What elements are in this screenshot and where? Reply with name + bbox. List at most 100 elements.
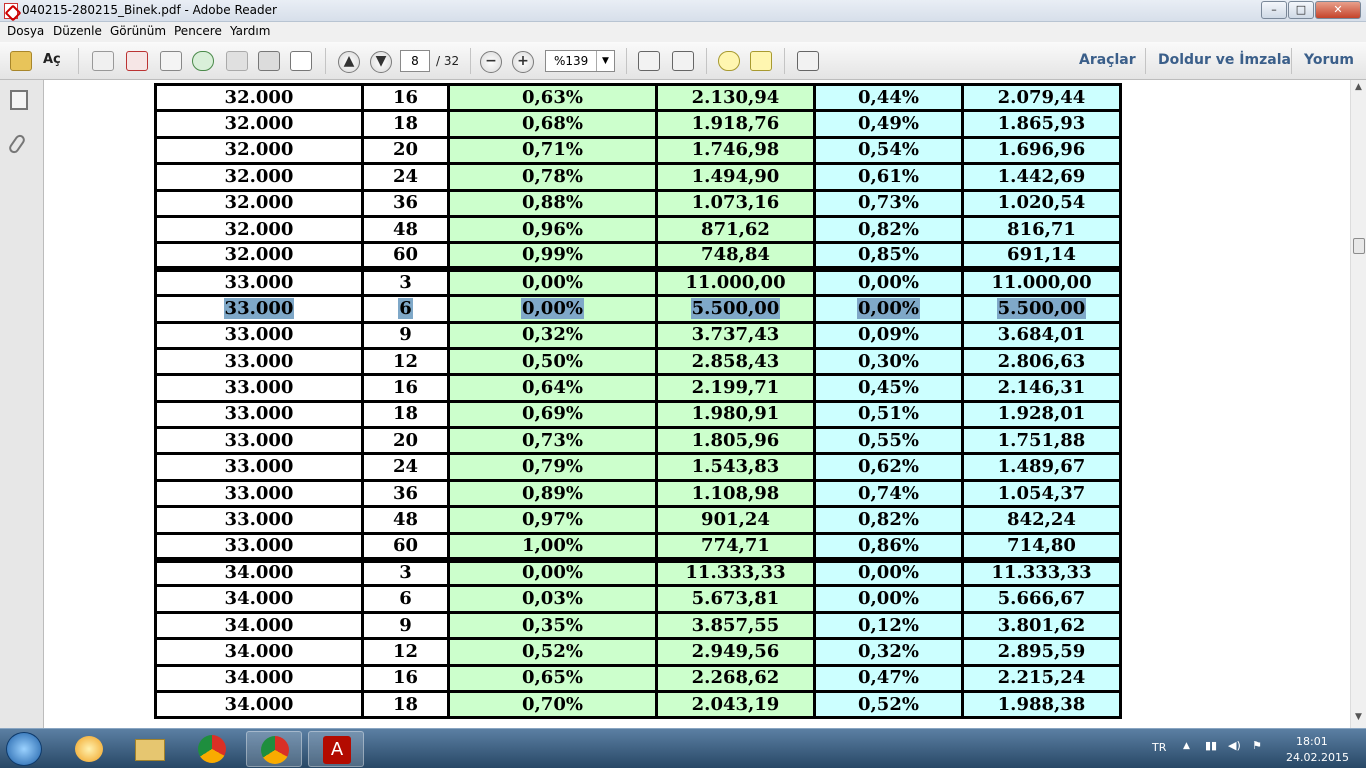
cell-text: 1.988,38	[997, 693, 1086, 715]
attachment-icon[interactable]	[7, 132, 27, 156]
scroll-thumb[interactable]	[1353, 238, 1365, 254]
edit-pdf-icon[interactable]	[160, 51, 182, 71]
payment-b-cell: 1.442,69	[961, 162, 1122, 192]
email-icon[interactable]	[290, 51, 312, 71]
menu-window[interactable]: Pencere	[174, 24, 222, 38]
open-folder-icon[interactable]	[10, 51, 32, 71]
taskbar-chrome-1[interactable]	[184, 731, 240, 767]
cell-text: 0,00%	[522, 562, 583, 584]
fullscreen-icon[interactable]	[797, 51, 819, 71]
cell-text: 1.751,88	[997, 429, 1086, 451]
clock-time[interactable]: 18:01	[1296, 735, 1328, 748]
highlight-icon[interactable]	[750, 51, 772, 71]
previous-page-icon[interactable]: ▲	[338, 51, 360, 73]
table-row: 34.000 16 0,65% 2.268,62 0,47% 2.215,24	[154, 663, 1122, 694]
cell-text: 0,09%	[858, 324, 919, 346]
fill-and-sign-button[interactable]: Doldur ve İmzala	[1158, 52, 1291, 68]
cell-text: 32.000	[224, 165, 294, 187]
page-number-input[interactable]: 8	[400, 50, 430, 72]
cell-text: 0,74%	[858, 482, 919, 504]
taskbar-chrome-2[interactable]	[246, 731, 302, 767]
maximize-button[interactable]: □	[1288, 1, 1314, 19]
zoom-in-icon[interactable]: +	[512, 51, 534, 73]
fit-page-icon[interactable]	[638, 51, 660, 71]
print-icon[interactable]	[258, 51, 280, 71]
cell-text: 0,82%	[858, 218, 919, 240]
zoom-select[interactable]: %139 ▼	[545, 50, 615, 72]
menu-edit[interactable]: Düzenle	[53, 24, 102, 38]
cell-text: 34.000	[224, 614, 294, 636]
language-indicator[interactable]: TR	[1152, 741, 1166, 754]
taskbar-messenger[interactable]	[62, 731, 118, 767]
rate-a-cell: 0,69%	[447, 399, 658, 430]
loan-amount-cell: 33.000	[154, 505, 364, 535]
page-thumbnails-icon[interactable]	[10, 90, 28, 110]
clock-date[interactable]: 24.02.2015	[1286, 751, 1349, 764]
show-hidden-icons-icon[interactable]: ▲	[1183, 741, 1190, 751]
payment-b-cell: 1.020,54	[961, 188, 1122, 218]
rate-b-cell: 0,82%	[813, 214, 964, 245]
volume-icon[interactable]: ◀)	[1228, 739, 1241, 752]
payment-a-cell: 871,62	[655, 214, 816, 245]
scroll-up-icon[interactable]: ▲	[1353, 82, 1364, 92]
term-months-cell: 36	[361, 188, 450, 218]
cell-text: 1.442,69	[997, 165, 1086, 187]
cell-text: 0,50%	[522, 350, 583, 372]
cell-text: 1.918,76	[691, 113, 780, 135]
close-button[interactable]: ✕	[1315, 1, 1361, 19]
vertical-scrollbar[interactable]: ▲ ▼	[1350, 80, 1366, 728]
cell-text: 12	[392, 640, 419, 662]
document-viewport[interactable]: 32.000 16 0,63% 2.130,94 0,44% 2.079,44 32.000…	[44, 80, 1350, 728]
cloud-upload-icon[interactable]	[192, 51, 214, 71]
payment-a-cell: 1.073,16	[655, 188, 816, 218]
adobe-reader-icon: A	[323, 736, 351, 764]
payment-b-cell: 5.500,00	[961, 294, 1122, 324]
open-button[interactable]: Aç	[43, 52, 61, 67]
save-icon[interactable]	[226, 51, 248, 71]
cell-text: 32.000	[224, 218, 294, 240]
menu-view[interactable]: Görünüm	[110, 24, 166, 38]
cell-text: 11.333,33	[991, 562, 1092, 584]
fit-width-icon[interactable]	[672, 51, 694, 71]
loan-amount-cell: 32.000	[154, 109, 364, 139]
cell-text: 33.000	[224, 376, 294, 398]
cell-text: 816,71	[1007, 218, 1076, 240]
taskbar-explorer[interactable]	[122, 731, 178, 767]
rate-b-cell: 0,00%	[813, 266, 964, 298]
zoom-out-icon[interactable]: −	[480, 51, 502, 73]
menu-file[interactable]: Dosya	[7, 24, 44, 38]
table-row: 33.000 12 0,50% 2.858,43 0,30% 2.806,63	[154, 346, 1122, 377]
next-page-icon[interactable]: ▼	[370, 51, 392, 73]
cell-text: 34.000	[224, 640, 294, 662]
cell-text: 33.000	[224, 534, 294, 556]
cell-text: 0,79%	[522, 456, 583, 478]
table-row: 32.000 60 0,99% 748,84 0,85% 691,14	[154, 241, 1122, 271]
term-months-cell: 24	[361, 162, 450, 192]
term-months-cell: 48	[361, 505, 450, 535]
rate-b-cell: 0,47%	[813, 663, 964, 694]
comment-icon[interactable]	[718, 51, 740, 71]
create-pdf-icon[interactable]	[92, 51, 114, 71]
cell-text: 2.949,56	[691, 640, 780, 662]
loan-amount-cell: 32.000	[154, 82, 364, 113]
export-pdf-icon[interactable]	[126, 51, 148, 71]
action-center-flag-icon[interactable]: ⚑	[1252, 739, 1262, 752]
comment-pane-button[interactable]: Yorum	[1304, 52, 1354, 68]
cell-text: 0,54%	[858, 139, 919, 161]
payment-a-cell: 5.500,00	[655, 294, 816, 324]
cell-text: 0,86%	[858, 534, 919, 556]
rate-a-cell: 1,00%	[447, 531, 658, 562]
network-icon[interactable]: ▮▮	[1205, 739, 1217, 752]
tools-pane-button[interactable]: Araçlar	[1079, 52, 1136, 68]
payment-b-cell: 2.895,59	[961, 637, 1122, 667]
cell-text: 60	[392, 244, 419, 266]
chevron-down-icon[interactable]: ▼	[596, 51, 614, 71]
taskbar-adobe-reader[interactable]: A	[308, 731, 364, 767]
start-button[interactable]	[6, 732, 42, 766]
payment-b-cell: 1.988,38	[961, 689, 1122, 720]
scroll-down-icon[interactable]: ▼	[1353, 712, 1364, 722]
menu-help[interactable]: Yardım	[230, 24, 270, 38]
table-row: 33.000 20 0,73% 1.805,96 0,55% 1.751,88	[154, 426, 1122, 456]
minimize-button[interactable]: –	[1261, 1, 1287, 19]
rate-a-cell: 0,88%	[447, 188, 658, 218]
